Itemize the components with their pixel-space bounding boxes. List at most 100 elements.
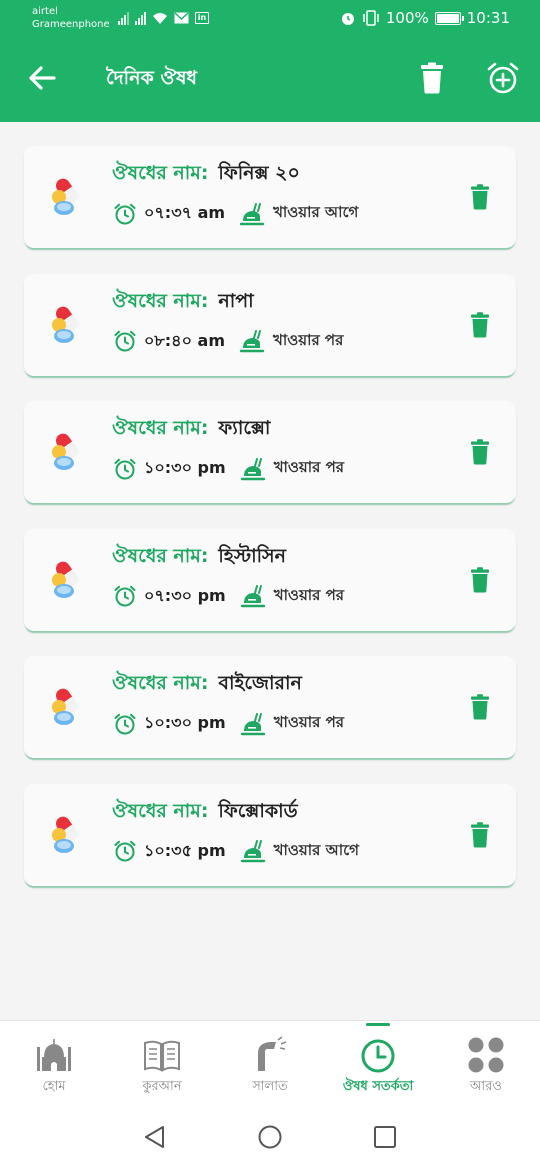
status-bar: airtel Grameenphone in 100% 10:31 — [0, 0, 540, 40]
active-tab-indicator — [366, 1023, 390, 1026]
carrier-2: Grameenphone — [32, 19, 110, 30]
pill-icon — [52, 433, 80, 471]
recents-square-icon[interactable] — [372, 1124, 398, 1150]
medicine-name-label: ঔষধের নাম: — [112, 799, 209, 822]
app-bar: দৈনিক ঔষধ — [0, 40, 540, 122]
dose-time: ০৭:৩৭ am — [144, 203, 226, 222]
status-icons: in — [118, 11, 209, 25]
pill-icon — [52, 178, 80, 215]
alarm-clock-icon — [114, 203, 136, 224]
name-row: ঔষধের নাম: ফিক্সোকার্ড — [112, 797, 298, 829]
meal-icon — [239, 330, 265, 353]
dose-info-row: ০৭:৩০ pm খাওয়ার পর — [114, 583, 344, 610]
alarm-clock-icon — [114, 330, 136, 352]
meal-timing: খাওয়ার পর — [273, 330, 344, 349]
dose-info-row: ১০:৩৫ pm খাওয়ার আগে — [114, 838, 359, 865]
dose-info-row: ১০:৩০ pm খাওয়ার পর — [114, 455, 344, 482]
back-triangle-icon[interactable] — [142, 1124, 168, 1150]
wifi-icon — [153, 12, 167, 24]
dose-time: ১০:৩৫ pm — [144, 840, 226, 860]
medicine-name-label: ঔষধের নাম: — [112, 289, 209, 312]
name-row: ঔষধের নাম: বাইজোরান — [112, 669, 302, 701]
mail-icon — [174, 12, 189, 24]
tab-label: আরও — [470, 1079, 502, 1094]
quran-icon — [144, 1040, 180, 1072]
delete-icon[interactable] — [470, 822, 490, 848]
carrier-names: airtel Grameenphone — [32, 5, 110, 31]
battery-icon — [434, 11, 464, 25]
name-row: ঔষধের নাম: হিস্টাসিন — [112, 542, 286, 574]
dose-time: ১০:৩০ pm — [144, 458, 226, 478]
medicine-name: নাপা — [218, 289, 254, 312]
clock-time: 10:31 — [466, 9, 510, 27]
tab-medicine-alert[interactable]: ঔষধ সতর্কতা — [324, 1021, 432, 1103]
carrier-1: airtel — [32, 6, 58, 17]
delete-icon[interactable] — [470, 567, 490, 593]
delete-icon[interactable] — [470, 439, 490, 465]
medicine-card[interactable]: ঔষধের নাম: ফ্যাক্সো ১০:৩০ pm খাওয়ার পর — [24, 401, 516, 504]
meal-timing: খাওয়ার আগে — [273, 203, 359, 221]
bottom-navigation: হোম কুরআন সালাত ঔষধ সতর্কতা আরও — [0, 1020, 540, 1102]
name-row: ঔষধের নাম: নাপা — [112, 287, 254, 319]
system-navigation — [0, 1102, 540, 1170]
dose-time: ০৮:৪০ am — [144, 330, 226, 350]
alarm-clock-icon — [114, 841, 136, 862]
tab-salat[interactable]: সালাত — [216, 1021, 324, 1103]
medicine-card[interactable]: ঔষধের নাম: ফিক্সোকার্ড ১০:৩৫ pm খাওয়ার … — [24, 783, 516, 886]
meal-icon — [240, 457, 265, 480]
back-arrow-icon[interactable] — [26, 62, 58, 94]
medicine-name: ফ্যাক্সো — [218, 417, 271, 440]
vibrate-icon — [363, 10, 379, 26]
medicine-name: ফিক্সোকার্ড — [218, 799, 298, 822]
name-row: ঔষধের নাম: ফিনিক্স ২০ — [112, 159, 300, 191]
add-alarm-icon[interactable] — [486, 61, 520, 95]
medicine-card[interactable]: ঔষধের নাম: বাইজোরান ১০:৩০ pm খাওয়ার পর — [24, 656, 516, 759]
medicine-name-label: ঔষধের নাম: — [112, 544, 209, 567]
dose-info-row: ০৮:৪০ am খাওয়ার পর — [114, 328, 343, 355]
status-right: 100% 10:31 — [340, 9, 510, 27]
signal-icon — [118, 11, 129, 25]
delete-all-icon[interactable] — [418, 62, 446, 94]
tab-quran[interactable]: কুরআন — [108, 1021, 216, 1103]
alarm-status-icon — [341, 13, 354, 25]
delete-icon[interactable] — [470, 184, 490, 210]
alarm-clock-icon — [114, 586, 136, 607]
tab-label: কুরআন — [142, 1079, 182, 1094]
tab-more[interactable]: আরও — [432, 1021, 540, 1103]
medicine-card[interactable]: ঔষধের নাম: ফিনিক্স ২০ ০৭:৩৭ am খাওয়ার আ… — [24, 146, 516, 248]
meal-icon — [240, 712, 265, 736]
meal-timing: খাওয়ার পর — [273, 713, 345, 732]
battery-percent: 100% — [385, 9, 429, 27]
medicine-name: ফিনিক্স ২০ — [218, 162, 300, 184]
medicine-name: হিস্টাসিন — [218, 544, 286, 567]
tab-home[interactable]: হোম — [0, 1021, 108, 1103]
dose-info-row: ১০:৩০ pm খাওয়ার পর — [114, 710, 344, 737]
meal-timing: খাওয়ার পর — [273, 458, 345, 477]
linkedin-icon: in — [195, 12, 209, 24]
pill-icon — [52, 306, 80, 343]
alarm-icon — [361, 1039, 395, 1073]
delete-icon[interactable] — [470, 694, 490, 720]
tab-label: ঔষধ সতর্কতা — [342, 1079, 414, 1094]
pill-icon — [52, 816, 80, 853]
medicine-name: বাইজোরান — [218, 672, 302, 695]
medicine-name-label: ঔষধের নাম: — [112, 672, 209, 695]
page-title: দৈনিক ঔষধ — [106, 67, 198, 89]
meal-icon — [240, 585, 265, 608]
dose-time: ০৭:৩০ pm — [144, 585, 226, 605]
home-circle-icon[interactable] — [257, 1124, 283, 1150]
medicine-list: ঔষধের নাম: ফিনিক্স ২০ ০৭:৩৭ am খাওয়ার আ… — [24, 146, 516, 912]
more-icon — [468, 1037, 504, 1073]
dose-info-row: ০৭:৩৭ am খাওয়ার আগে — [114, 200, 358, 227]
meal-timing: খাওয়ার আগে — [273, 840, 359, 859]
medicine-card[interactable]: ঔষধের নাম: নাপা ০৮:৪০ am খাওয়ার পর — [24, 273, 516, 376]
delete-icon[interactable] — [470, 311, 490, 338]
prayer-icon — [258, 1036, 287, 1071]
signal-icon — [135, 11, 146, 25]
tab-label: হোম — [42, 1079, 66, 1094]
alarm-clock-icon — [114, 713, 136, 735]
medicine-card[interactable]: ঔষধের নাম: হিস্টাসিন ০৭:৩০ pm খাওয়ার পর — [24, 528, 516, 631]
top-header: airtel Grameenphone in 100% 10:31 দৈনিক … — [0, 0, 540, 122]
alarm-clock-icon — [114, 458, 136, 480]
tab-label: সালাত — [252, 1079, 288, 1094]
